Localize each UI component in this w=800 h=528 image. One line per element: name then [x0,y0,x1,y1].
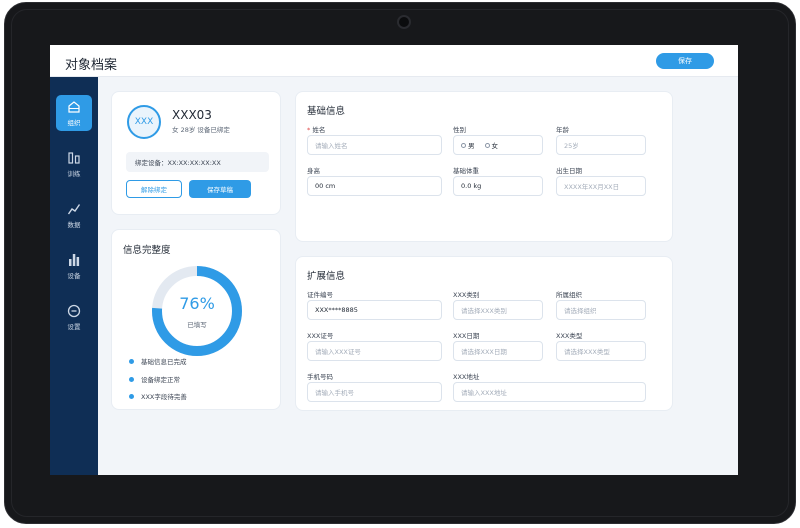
app-screen: 对象档案 保存 组织 训练 数据 设备 设置 XXX XXX03 女 28岁 设… [50,45,738,475]
gender-radio-group: 男 女 [453,135,543,155]
cert-number-input[interactable]: 请输入XXX证号 [307,341,442,361]
radio-label: 女 [491,142,499,150]
date-select[interactable]: 请选择XXX日期 [453,341,543,361]
bound-device: 绑定设备：XX:XX:XX:XX:XX [126,152,269,172]
date-label: XXX日期 [453,332,480,340]
check-dot-icon [129,376,134,382]
age-label: 年龄 [556,126,569,134]
sidebar-item-label: 设置 [67,322,81,331]
completeness-card: 信息完整度 76% 已填写 基础信息已完成 设备绑定正常 XXX字段待完善 [111,229,281,410]
sidebar-item-training[interactable]: 训练 [56,146,92,182]
checklist-item: XXX字段待完善 [129,391,187,401]
weight-input[interactable]: 0.0 kg [453,176,543,196]
type-select[interactable]: 请选择XXX类型 [556,341,646,361]
required-mark: * [307,126,311,134]
sidebar-item-label: 组织 [67,118,81,127]
sidebar-item-label: 训练 [67,169,81,178]
training-icon [68,151,80,164]
gender-radio-female[interactable]: 女 [484,140,499,150]
checklist-label: 基础信息已完成 [141,358,187,366]
building-icon [68,100,80,113]
phone-input[interactable]: 请输入手机号 [307,382,442,402]
basic-info-title: 基础信息 [307,106,346,117]
object-name: XXX03 [172,108,212,122]
gender-label: 性别 [453,126,466,134]
completeness-status: 已填写 [187,321,207,329]
unbind-button[interactable]: 解除绑定 [126,180,182,198]
avatar: XXX [127,105,161,139]
height-label: 身高 [307,167,320,175]
profile-card: XXX XXX03 女 28岁 设备已绑定 绑定设备：XX:XX:XX:XX:X… [111,91,281,215]
save-button[interactable]: 保存 [656,53,714,69]
name-label-text: 姓名 [312,126,326,134]
organization-label: 所属组织 [556,291,582,299]
birthdate-input[interactable]: XXXX年XX月XX日 [556,176,646,196]
address-label: XXX地址 [453,373,480,381]
age-input[interactable]: 25岁 [556,135,646,155]
phone-label: 手机号码 [307,373,333,381]
check-dot-icon [129,358,134,364]
category-label: XXX类别 [453,291,480,299]
sidebar-item-label: 设备 [67,271,81,280]
settings-icon [67,304,81,317]
basic-info-card: 基础信息 * 姓名 请输入姓名 性别 男 女 年龄 25岁 身高 00 cm 基… [295,91,673,242]
top-bar: 对象档案 保存 [50,45,738,77]
checklist-item: 设备绑定正常 [129,374,180,384]
name-input[interactable]: 请输入姓名 [307,135,442,155]
id-number-label: 证件编号 [307,291,333,299]
name-label: * 姓名 [307,124,325,134]
sidebar-item-organization[interactable]: 组织 [56,95,92,131]
gender-radio-male[interactable]: 男 [461,140,475,150]
category-select[interactable]: 请选择XXX类别 [453,300,543,320]
checklist-label: 设备绑定正常 [141,376,180,384]
height-input[interactable]: 00 cm [307,176,442,196]
chart-line-icon [67,203,81,214]
page-title: 对象档案 [65,58,118,73]
birthdate-label: 出生日期 [556,167,582,175]
radio-circle-icon [461,142,466,148]
radio-label: 男 [468,142,475,150]
radio-circle-icon [484,142,490,148]
bar-chart-icon [69,253,80,266]
checklist-item: 基础信息已完成 [129,356,187,366]
extended-info-card: 扩展信息 证件编号 XXX****8885 XXX类别 请选择XXX类别 所属组… [295,256,673,411]
cert-number-label: XXX证号 [307,332,334,340]
object-meta: 女 28岁 设备已绑定 [172,126,230,134]
weight-label: 基础体重 [453,167,479,175]
sidebar: 组织 训练 数据 设备 设置 [50,77,98,475]
check-dot-icon [129,393,134,399]
organization-select[interactable]: 请选择组织 [556,300,646,320]
save-draft-button[interactable]: 保存草稿 [189,180,251,198]
address-input[interactable]: 请输入XXX地址 [453,382,646,402]
type-label: XXX类型 [556,332,583,340]
completeness-title: 信息完整度 [123,245,171,256]
completeness-percent: 76% [179,294,215,313]
extended-info-title: 扩展信息 [307,271,346,282]
sidebar-item-label: 数据 [67,220,81,229]
sidebar-item-data[interactable]: 数据 [56,197,92,233]
camera-icon [397,15,411,29]
checklist-label: XXX字段待完善 [141,393,187,401]
sidebar-item-settings[interactable]: 设置 [56,299,92,335]
sidebar-item-device[interactable]: 设备 [56,248,92,284]
id-number-input[interactable]: XXX****8885 [307,300,442,320]
